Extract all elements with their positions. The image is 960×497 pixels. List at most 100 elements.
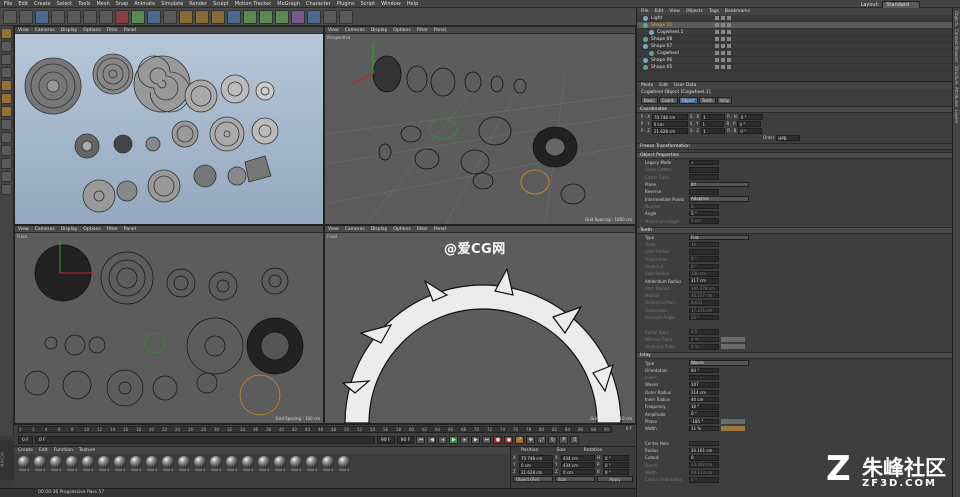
viewport-menu-item[interactable]: Cameras [345, 227, 365, 232]
visibility-icon[interactable] [715, 58, 719, 62]
pla-key-icon[interactable]: ⠿ [570, 436, 580, 444]
material-tag-icon[interactable] [727, 30, 731, 34]
viewport-menu-item[interactable]: View [18, 227, 29, 232]
enable-icon[interactable] [721, 16, 725, 20]
prev-frame-icon[interactable]: ◂ [438, 436, 448, 444]
timeline-ruler[interactable]: 0 2 4 6 8 10 12 14 16 18 20 22 24 26 28 30 32 34 36 38 40 42 4… [18, 426, 612, 433]
property-value[interactable]: 0 ° [689, 411, 719, 417]
menu-item-0[interactable]: File [4, 1, 12, 7]
coord-field[interactable]: 0 ° [737, 120, 762, 127]
array-icon[interactable] [275, 9, 289, 24]
nurbs-icon[interactable] [259, 9, 273, 24]
object-row[interactable]: Shape 07 [637, 43, 953, 50]
next-frame-icon[interactable]: ▸ [460, 436, 470, 444]
menu-item-4[interactable]: Tools [78, 1, 90, 7]
spline-pen-icon[interactable] [243, 9, 257, 24]
object-row[interactable]: Shape 08 [637, 36, 953, 43]
coord-field[interactable]: 0 ° [738, 113, 763, 120]
visibility-icon[interactable] [715, 23, 719, 27]
visibility-icon[interactable] [715, 30, 719, 34]
viewport-menu-item[interactable]: Filter [107, 28, 118, 33]
enable-icon[interactable] [721, 65, 725, 69]
property-value[interactable]: XY [689, 181, 749, 188]
object-row[interactable]: Light [637, 15, 953, 22]
menu-item-10[interactable]: Sculpt [213, 1, 229, 7]
object-row[interactable]: Cogwheel.1 [637, 29, 953, 36]
visibility-icon[interactable] [715, 37, 719, 41]
object-row[interactable]: Shape 06 [637, 57, 953, 64]
coord-field[interactable]: 21.628 cm [651, 127, 688, 134]
property-value[interactable]: ✓ [689, 159, 719, 166]
property-value[interactable]: Waves [689, 360, 749, 366]
material-swatch[interactable]: Mat.2 [258, 456, 271, 472]
texture-mode-icon[interactable] [1, 54, 12, 65]
object-menu-item[interactable]: Tags [709, 9, 719, 14]
viewport-top-left[interactable]: View Cameras Display Options Filter Panel [14, 26, 324, 225]
menu-item-6[interactable]: Snap [116, 1, 129, 7]
side-tab[interactable]: Content Browser [954, 29, 959, 62]
material-tag-icon[interactable] [727, 16, 731, 20]
section-teeth[interactable]: Teeth [637, 226, 953, 234]
object-row[interactable]: Shape 05 [637, 64, 953, 71]
material-swatch[interactable]: Mat.2 [130, 456, 143, 472]
property-value[interactable]: 10 ° [689, 404, 719, 410]
frame-range-slider[interactable]: 0 F [34, 436, 375, 444]
property-row[interactable]: Frequency 10 ° [637, 403, 953, 410]
property-value[interactable]: 0 [689, 455, 719, 461]
property-value[interactable]: Flat [689, 234, 749, 241]
camera-icon[interactable] [323, 9, 337, 24]
property-value[interactable]: Adaptive [689, 196, 749, 202]
material-swatch[interactable]: Mat.2 [18, 456, 31, 472]
z-axis-icon[interactable] [147, 9, 161, 24]
apply-button[interactable]: Apply [597, 475, 633, 482]
object-menu-item[interactable]: Bookmarks [725, 9, 750, 14]
workplane-icon[interactable] [1, 67, 12, 78]
property-row[interactable]: Addendum Radius 217 cm [637, 277, 953, 284]
section-object-properties[interactable]: Object Properties [637, 152, 953, 159]
rotation-field[interactable]: 0 ° [603, 461, 629, 468]
tab-coord[interactable]: Coord. [658, 97, 678, 104]
polygons-mode-icon[interactable] [1, 106, 12, 117]
viewport-menu-item[interactable]: Filter [417, 28, 428, 33]
viewport-menu-item[interactable]: Display [371, 227, 388, 232]
property-row[interactable]: Type Waves [637, 359, 953, 366]
enable-icon[interactable] [721, 30, 725, 34]
viewport-menu-item[interactable]: Filter [107, 227, 118, 232]
material-swatch[interactable]: Mat.2 [338, 456, 351, 472]
property-row[interactable]: Outer Radius 214 cm [637, 389, 953, 396]
viewport-menu-item[interactable]: Display [371, 28, 388, 33]
coord-field[interactable]: 1 [700, 120, 725, 127]
material-menu-item[interactable]: Function [54, 448, 73, 453]
make-editable-icon[interactable] [1, 28, 12, 39]
menu-item-8[interactable]: Simulate [161, 1, 183, 7]
render-picture-viewer-icon[interactable] [195, 9, 209, 24]
attribute-menu-item[interactable]: Edit [659, 83, 668, 88]
menu-item-11[interactable]: Motion Tracker [235, 1, 272, 7]
model-mode-icon[interactable] [1, 41, 12, 52]
side-tab[interactable]: Structure [954, 66, 959, 85]
order-dropdown[interactable]: HPB [776, 134, 801, 141]
param-key-icon[interactable]: P [559, 436, 569, 444]
property-value[interactable]: 217 cm [689, 278, 719, 284]
material-menu-item[interactable]: Texture [79, 448, 95, 453]
coord-field[interactable]: 70.748 cm [651, 113, 688, 120]
edges-mode-icon[interactable] [1, 93, 12, 104]
move-icon[interactable] [51, 9, 65, 24]
render-view-icon[interactable] [179, 9, 193, 24]
viewport-front-left[interactable]: View Cameras Display Options Filter Panel Fro… [14, 225, 324, 424]
visibility-icon[interactable] [715, 65, 719, 69]
position-field[interactable]: 70.748 cm [519, 454, 553, 461]
property-value[interactable]: 214 cm [689, 389, 719, 395]
visibility-icon[interactable] [715, 44, 719, 48]
enable-icon[interactable] [721, 58, 725, 62]
side-tab[interactable]: Layers [954, 110, 959, 123]
viewport-menu-item[interactable]: Panel [124, 28, 136, 33]
material-swatch[interactable]: Mat.2 [66, 456, 79, 472]
menu-item-12[interactable]: MoGraph [277, 1, 300, 7]
material-tag-icon[interactable] [727, 37, 731, 41]
property-slider[interactable] [721, 426, 745, 432]
viewport-menu-item[interactable]: Options [393, 28, 410, 33]
redo-icon[interactable] [19, 9, 33, 24]
property-row[interactable]: Type Flat [637, 234, 953, 241]
axis-mode-icon[interactable] [1, 119, 12, 130]
